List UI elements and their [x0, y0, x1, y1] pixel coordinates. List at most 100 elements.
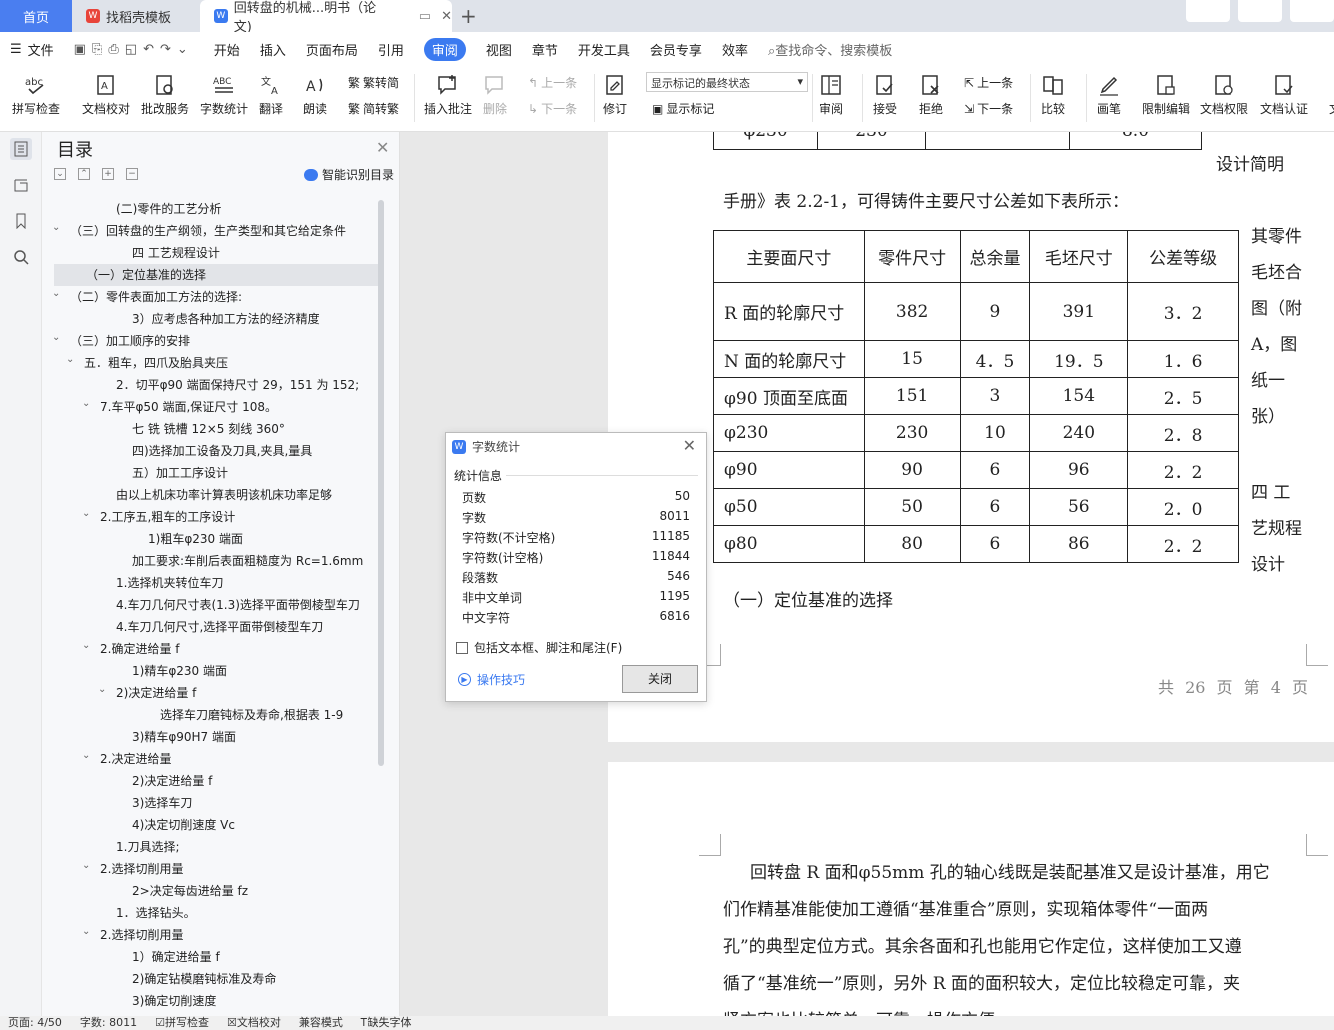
toc-item[interactable]: 3)精车φ90H7 端面 [132, 726, 236, 748]
toc-item[interactable]: 2)决定进给量 f [132, 770, 212, 792]
monitor-icon[interactable]: ▭ [419, 9, 431, 24]
toc-item[interactable]: 七 铣 铣槽 12×5 刻线 360° [132, 418, 285, 440]
print-icon[interactable]: ⎙ [108, 42, 124, 57]
status-words[interactable]: 字数: 8011 [80, 1016, 137, 1030]
menu-view[interactable]: 视图 [486, 40, 512, 59]
search-icon[interactable] [10, 246, 32, 268]
toc-item[interactable]: 2.工序五,粗车的工序设计 [100, 506, 235, 528]
word-count-button[interactable]: ABC 字数统计 [200, 70, 248, 117]
toc-item[interactable]: 3)确定切削速度 [132, 990, 216, 1008]
menu-review[interactable]: 审阅 [423, 37, 466, 61]
chevron-down-icon[interactable]: ⌄ [82, 640, 90, 651]
toc-item[interactable]: 7.车平φ50 端面,保证尺寸 108。 [100, 396, 277, 418]
show-markup-button[interactable]: ▣ 显示标记 [652, 100, 714, 117]
toc-item[interactable]: 1)精车φ230 端面 [132, 660, 227, 682]
chevron-down-icon[interactable]: ⌄ [82, 508, 90, 519]
delete-comment-button[interactable]: 删除 [482, 70, 508, 117]
chapter-icon[interactable] [10, 174, 32, 196]
command-search[interactable]: ⌕查找命令、搜索模板 [768, 40, 892, 59]
toc-item[interactable]: 由以上机床功率计算表明该机床功率足够 [116, 484, 332, 506]
toc-item[interactable]: 四)选择加工设备及刀具,夹具,量具 [132, 440, 312, 462]
prev-change-button[interactable]: ⇱ 上一条 [964, 74, 1013, 91]
toc-item[interactable]: 1．选择钻头。 [116, 902, 196, 924]
window-button[interactable] [1238, 0, 1282, 22]
status-proof[interactable]: ☒文档校对 [227, 1016, 281, 1030]
doc-certify-button[interactable]: 文档认证 [1260, 70, 1308, 117]
bookmark-icon[interactable] [10, 210, 32, 232]
tab-document[interactable]: W 回转盘的机械...明书（论文) ▭ ✕ [200, 0, 452, 35]
window-button[interactable] [1290, 0, 1334, 22]
compare-button[interactable]: 比较 [1040, 70, 1066, 117]
toc-item[interactable]: 2>决定每齿进给量 fz [132, 880, 248, 902]
toc-item[interactable]: （三）加工顺序的安排 [70, 330, 190, 352]
toc-item[interactable]: （一）定位基准的选择 [86, 264, 206, 286]
toc-item[interactable]: （二）零件表面加工方法的选择: [70, 286, 242, 308]
more-button[interactable]: 文 [1322, 70, 1334, 117]
toc-item[interactable]: 2.确定进给量 f [100, 638, 180, 660]
toc-item[interactable]: 加工要求:车削后表面粗糙度为 Rc=1.6mm [132, 550, 363, 572]
read-aloud-button[interactable]: A 朗读 [302, 70, 328, 117]
add-tab-icon[interactable]: + [460, 4, 477, 28]
close-icon[interactable]: ✕ [376, 138, 389, 157]
toc-item[interactable]: 4.车刀几何尺寸,选择平面带倒棱型车刀 [116, 616, 323, 638]
quick-access-toolbar[interactable]: ▣⎘⎙◱↶↷⌄ [74, 42, 194, 57]
window-button[interactable] [1186, 0, 1230, 22]
doc-permission-button[interactable]: 文档权限 [1200, 70, 1248, 117]
toc-item[interactable]: 1.刀具选择; [116, 836, 180, 858]
collapse-all-icon[interactable]: ⌄ [54, 168, 66, 180]
preview-icon[interactable]: ◱ [125, 42, 143, 57]
markup-state-select[interactable]: 显示标记的最终状态 ▾ [646, 72, 808, 92]
menu-reference[interactable]: 引用 [378, 40, 404, 59]
menu-member[interactable]: 会员专享 [650, 40, 702, 59]
undo-icon[interactable]: ↶ [143, 42, 160, 57]
toc-item[interactable]: 4.车刀几何尺寸表(1.3)选择平面带倒棱型车刀 [116, 594, 360, 616]
chevron-down-icon[interactable]: ⌄ [82, 398, 90, 409]
toc-item[interactable]: 选择车刀磨钝标及寿命,根据表 1-9 [160, 704, 343, 726]
menu-efficiency[interactable]: 效率 [722, 40, 748, 59]
export-icon[interactable]: ⎘ [92, 42, 108, 57]
toc-item[interactable]: 3）应考虑各种加工方法的经济精度 [132, 308, 320, 330]
save-icon[interactable]: ▣ [74, 42, 92, 57]
track-changes-button[interactable]: 修订 [602, 70, 628, 117]
simp-to-trad-button[interactable]: 繁简转繁 [348, 100, 399, 117]
prev-comment-button[interactable]: ↰ 上一条 [528, 74, 577, 91]
more-icon[interactable]: ⌄ [177, 42, 194, 57]
spellcheck-button[interactable]: abc 拼写检查 [12, 70, 60, 117]
tab-template[interactable]: W 找稻壳模板 [72, 0, 200, 32]
status-page[interactable]: 页面: 4/50 [8, 1016, 62, 1030]
remove-heading-icon[interactable]: − [126, 168, 138, 180]
menu-developer[interactable]: 开发工具 [578, 40, 630, 59]
toc-item[interactable]: (二)零件的工艺分析 [116, 198, 221, 220]
menu-start[interactable]: 开始 [214, 40, 240, 59]
insert-comment-button[interactable]: 插入批注 [424, 70, 472, 117]
chevron-down-icon[interactable]: ⌄ [82, 860, 90, 871]
file-menu[interactable]: ☰ 文件 [10, 40, 54, 59]
close-button[interactable]: 关闭 [622, 665, 698, 693]
batch-service-button[interactable]: 批改服务 [141, 70, 189, 117]
tab-home[interactable]: 首页 [0, 0, 72, 32]
redo-icon[interactable]: ↷ [160, 42, 177, 57]
review-pane-button[interactable]: 审阅 [818, 70, 844, 117]
next-change-button[interactable]: ⇲ 下一条 [964, 100, 1013, 117]
toc-item[interactable]: 1）确定进给量 f [132, 946, 220, 968]
chevron-down-icon[interactable]: ⌄ [98, 684, 106, 695]
checkbox-box[interactable] [456, 641, 468, 654]
smart-toc-button[interactable]: 智能识别目录 [304, 166, 394, 183]
next-comment-button[interactable]: ↳ 下一条 [528, 100, 577, 117]
chevron-down-icon[interactable]: ⌄ [66, 354, 74, 365]
toc-item[interactable]: 2．切平φ90 端面保持尺寸 29，151 为 152; [116, 374, 359, 396]
chevron-down-icon[interactable]: ⌄ [54, 288, 60, 299]
toc-item[interactable]: 2)确定钻模磨钝标准及寿命 [132, 968, 276, 990]
outline-icon[interactable] [10, 138, 32, 160]
toc-item[interactable]: （三）回转盘的生产纲领，生产类型和其它给定条件 [70, 220, 346, 242]
include-textbox-checkbox[interactable]: 包括文本框、脚注和尾注(F) [456, 639, 622, 656]
pen-button[interactable]: 画笔 [1096, 70, 1122, 117]
close-icon[interactable]: ✕ [441, 9, 452, 24]
toc-item[interactable]: 2.选择切削用量 [100, 924, 183, 946]
tips-link[interactable]: ▶ 操作技巧 [458, 671, 525, 688]
toc-item[interactable]: 五．粗车，四爪及胎具夹压 [84, 352, 228, 374]
status-spell[interactable]: ☑拼写检查 [155, 1016, 209, 1030]
toc-item[interactable]: 1.选择机夹转位车刀 [116, 572, 223, 594]
reject-button[interactable]: 拒绝 [918, 70, 944, 117]
accept-button[interactable]: 接受 [872, 70, 898, 117]
